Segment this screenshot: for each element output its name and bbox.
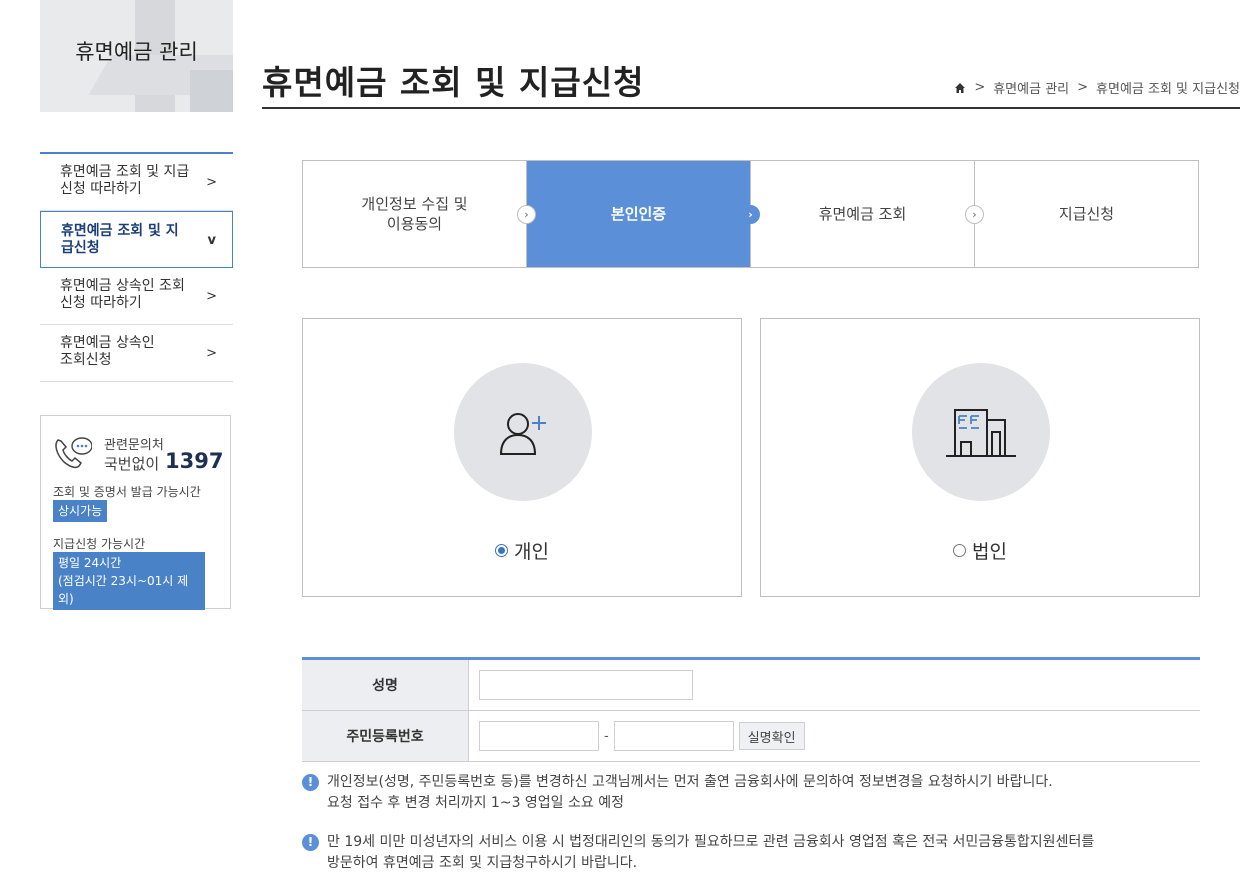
breadcrumb-item[interactable]: 휴면예금 관리 [993, 78, 1069, 97]
rrn-front-input[interactable] [479, 721, 599, 751]
sidebar-item-guide[interactable]: 휴면예금 조회 및 지급신청 따라하기 > [40, 154, 233, 211]
individual-icon-circle [454, 363, 592, 501]
notice-text: 방문하여 휴면예금 조회 및 지급청구하시기 바랍니다. [327, 855, 638, 871]
rrn-field-cell: - 실명확인 [469, 711, 1200, 761]
sidebar-item-inquiry[interactable]: 휴면예금 조회 및 지급신청 v [40, 211, 233, 268]
step-verification: 본인인증 › [527, 161, 760, 267]
step-payment: 지급신청 [975, 161, 1198, 267]
sidebar-item-heir-guide[interactable]: 휴면예금 상속인 조회신청 따라하기 > [40, 268, 233, 325]
inquiry-hours-label: 조회 및 증명서 발급 가능시간 [53, 485, 201, 499]
verify-name-button[interactable]: 실명확인 [738, 722, 805, 750]
individual-type-card[interactable]: 개인 [302, 318, 742, 597]
step-label: 지급신청 [1058, 205, 1115, 223]
sidebar-item-label: 휴면예금 상속인 조회신청 [60, 335, 155, 368]
notice-minor: ! 만 19세 미만 미성년자의 서비스 이용 시 법정대리인의 동의가 필요하… [302, 832, 1202, 874]
step-label: 개인정보 수집 및 [361, 195, 468, 213]
title-divider [262, 107, 1240, 109]
chevron-down-icon: v [207, 233, 216, 248]
corporate-icon-circle [912, 363, 1050, 501]
exclamation-icon: ! [302, 834, 319, 851]
corporate-label: 법인 [972, 541, 1007, 563]
step-label: 이용동의 [386, 215, 443, 233]
exclamation-icon: ! [302, 774, 319, 791]
inquiry-hours-badge: 상시가능 [53, 500, 108, 522]
contact-info-box: 관련문의처 국번없이 1397 조회 및 증명서 발급 가능시간 상시가능 지급… [40, 415, 231, 610]
notice-text: 만 19세 미만 미성년자의 서비스 이용 시 법정대리인의 동의가 필요하므로… [327, 834, 1095, 850]
chevron-right-icon: > [206, 346, 217, 361]
identity-form: 성명 주민등록번호 - 실명확인 [302, 657, 1200, 762]
contact-number: 1397 [165, 449, 224, 473]
breadcrumb: > 휴면예금 관리 > 휴면예금 조회 및 지급신청 [954, 78, 1240, 97]
step-inquiry: 휴면예금 조회 › [751, 161, 984, 267]
name-row: 성명 [302, 660, 1200, 711]
contact-prefix: 국번없이 [104, 455, 160, 473]
individual-radio[interactable] [495, 544, 509, 557]
corporate-type-card[interactable]: 법인 [760, 318, 1200, 597]
building-icon [946, 409, 1016, 457]
sidebar-title: 휴면예금 관리 [75, 40, 198, 64]
payment-hours-line1: 평일 24시간 [58, 556, 122, 570]
name-label: 성명 [302, 660, 469, 710]
person-add-icon [499, 413, 546, 455]
payment-hours-badge: 평일 24시간 (점검시간 23시~01시 제외) [53, 552, 205, 610]
name-field-cell [469, 660, 1200, 710]
breadcrumb-item[interactable]: 휴면예금 조회 및 지급신청 [1096, 78, 1240, 97]
sidebar-title-banner: 휴면예금 관리 [40, 0, 233, 112]
name-input[interactable] [479, 670, 693, 700]
progress-steps: 개인정보 수집 및 이용동의 › 본인인증 › 휴면예금 조회 › 지급신청 [302, 160, 1199, 268]
notice-info-change: ! 개인정보(성명, 주민등록번호 등)를 변경하신 고객님께서는 먼저 출연 … [302, 772, 1202, 814]
notice-text: 개인정보(성명, 주민등록번호 등)를 변경하신 고객님께서는 먼저 출연 금융… [327, 774, 1053, 790]
rrn-back-input[interactable] [613, 721, 734, 751]
chevron-right-icon: > [206, 175, 217, 190]
step-arrow-icon: › [741, 205, 760, 224]
individual-label: 개인 [514, 541, 549, 563]
breadcrumb-separator: > [974, 80, 986, 95]
sidebar-item-label: 휴면예금 조회 및 지급신청 [61, 223, 179, 256]
sidebar-item-label: 휴면예금 조회 및 지급신청 따라하기 [60, 164, 190, 197]
step-arrow-icon: › [517, 205, 536, 224]
breadcrumb-separator: > [1077, 80, 1089, 95]
contact-label: 관련문의처 [104, 438, 164, 453]
rrn-separator: - [604, 728, 609, 744]
individual-radio-row[interactable]: 개인 [303, 537, 741, 564]
phone-icon [55, 437, 92, 469]
step-arrow-icon: › [965, 205, 984, 224]
rrn-row: 주민등록번호 - 실명확인 [302, 711, 1200, 762]
banner-decoration [190, 70, 233, 112]
sidebar-item-heir-inquiry[interactable]: 휴면예금 상속인 조회신청 > [40, 325, 233, 382]
corporate-radio-row[interactable]: 법인 [761, 537, 1199, 564]
step-consent: 개인정보 수집 및 이용동의 › [303, 161, 536, 267]
step-label: 본인인증 [610, 205, 667, 223]
payment-hours-label: 지급신청 가능시간 [53, 537, 146, 551]
notice-text: 요청 접수 후 변경 처리까지 1~3 영업일 소요 예정 [327, 795, 624, 811]
sidebar-item-label: 휴면예금 상속인 조회신청 따라하기 [60, 278, 185, 311]
step-label: 휴면예금 조회 [818, 205, 907, 223]
corporate-radio[interactable] [953, 544, 967, 557]
home-icon[interactable] [954, 82, 966, 94]
sidebar-menu: 휴면예금 조회 및 지급신청 따라하기 > 휴면예금 조회 및 지급신청 v 휴… [40, 152, 233, 382]
page-title: 휴면예금 조회 및 지급신청 [262, 63, 645, 102]
chevron-right-icon: > [206, 289, 217, 304]
rrn-label: 주민등록번호 [302, 711, 469, 761]
payment-hours-line2: (점검시간 23시~01시 제외) [58, 574, 189, 606]
